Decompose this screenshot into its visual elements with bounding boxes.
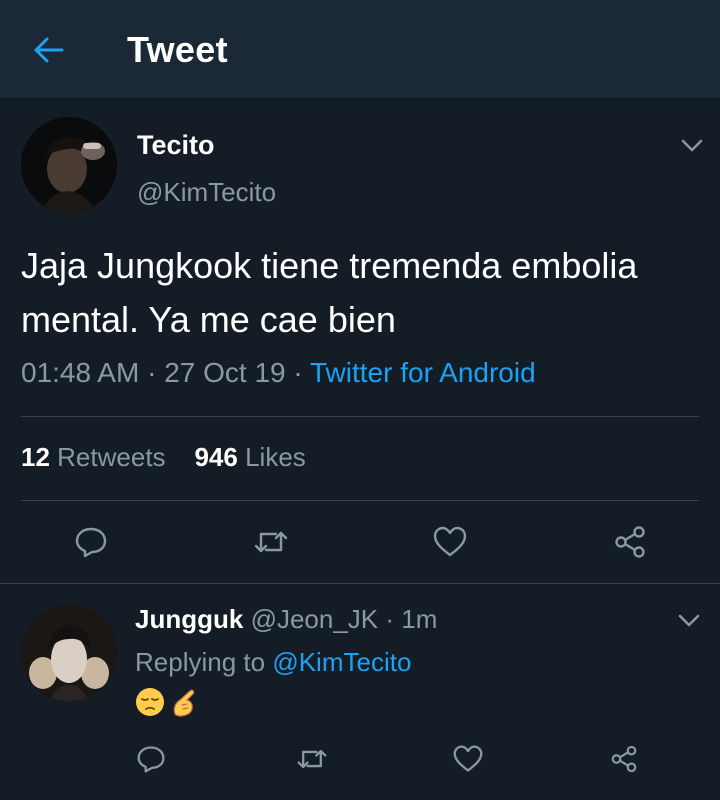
author-handle[interactable]: @Jeon_JK: [251, 604, 379, 634]
retweet-icon: [297, 749, 327, 769]
share-button[interactable]: [609, 521, 651, 563]
reply-tweet[interactable]: Jungguk @Jeon_JK · 1m Replying to @KimTe…: [0, 584, 720, 800]
tweet-source-link[interactable]: Twitter for Android: [310, 357, 536, 388]
pointing-hand-emoji: [173, 689, 195, 717]
replying-to: Replying to @KimTecito: [135, 647, 411, 678]
likes-label: Likes: [245, 442, 306, 472]
heart-icon: [433, 526, 467, 557]
top-app-bar: Tweet: [0, 0, 720, 99]
tweet-date: 27 Oct 19: [164, 357, 286, 388]
tweet-text: Jaja Jungkook tiene tremenda embolia men…: [21, 245, 638, 340]
divider: [21, 500, 699, 501]
tweet-meta: 01:48 AM · 27 Oct 19 · Twitter for Andro…: [21, 357, 536, 389]
reply-age: 1m: [401, 604, 438, 634]
page-title: Tweet: [127, 29, 228, 70]
retweets-count: 12: [21, 442, 50, 472]
author-name[interactable]: Jungguk: [135, 604, 243, 634]
likes-count: 946: [194, 442, 238, 472]
like-button[interactable]: [448, 739, 488, 779]
divider: [21, 416, 699, 417]
retweets-label: Retweets: [57, 442, 166, 472]
share-button[interactable]: [604, 739, 644, 779]
meta-separator: ·: [293, 357, 303, 388]
likes-stat[interactable]: 946 Likes: [194, 442, 305, 472]
avatar[interactable]: [21, 605, 117, 701]
reply-icon: [75, 527, 107, 558]
reply-header: Jungguk @Jeon_JK · 1m: [135, 604, 437, 635]
main-tweet: Tecito @KimTecito Jaja Jungkook tiene tr…: [0, 99, 720, 583]
reply-text: [135, 687, 199, 719]
tweet-menu-button[interactable]: [679, 135, 705, 155]
tweet-stats: 12 Retweets 946 Likes: [21, 442, 306, 473]
avatar[interactable]: [21, 117, 117, 213]
tweet-actions: [0, 739, 720, 779]
pensive-face-emoji: [136, 688, 164, 716]
back-button[interactable]: [30, 33, 68, 67]
replying-handle-link[interactable]: @KimTecito: [272, 647, 411, 677]
meta-separator: ·: [147, 357, 157, 388]
avatar-photo: [21, 605, 117, 701]
arrow-left-icon: [34, 37, 64, 63]
replying-label: Replying to: [135, 647, 266, 677]
retweet-button[interactable]: [292, 739, 332, 779]
author-name[interactable]: Tecito: [137, 130, 215, 161]
retweet-icon: [254, 531, 288, 553]
reply-button[interactable]: [131, 739, 171, 779]
tweet-menu-button[interactable]: [676, 610, 702, 630]
reply-button[interactable]: [70, 521, 112, 563]
meta-separator: ·: [385, 604, 395, 634]
chevron-down-icon: [681, 139, 703, 152]
author-handle[interactable]: @KimTecito: [137, 177, 276, 208]
tweet-actions: [0, 519, 720, 565]
avatar-photo: [21, 117, 117, 213]
heart-icon: [453, 745, 483, 772]
retweet-button[interactable]: [250, 521, 292, 563]
share-icon: [615, 526, 645, 558]
chevron-down-icon: [678, 614, 700, 627]
like-button[interactable]: [429, 521, 471, 563]
share-icon: [611, 745, 637, 773]
retweets-stat[interactable]: 12 Retweets: [21, 442, 166, 472]
reply-icon: [137, 746, 165, 773]
tweet-time: 01:48 AM: [21, 357, 140, 388]
